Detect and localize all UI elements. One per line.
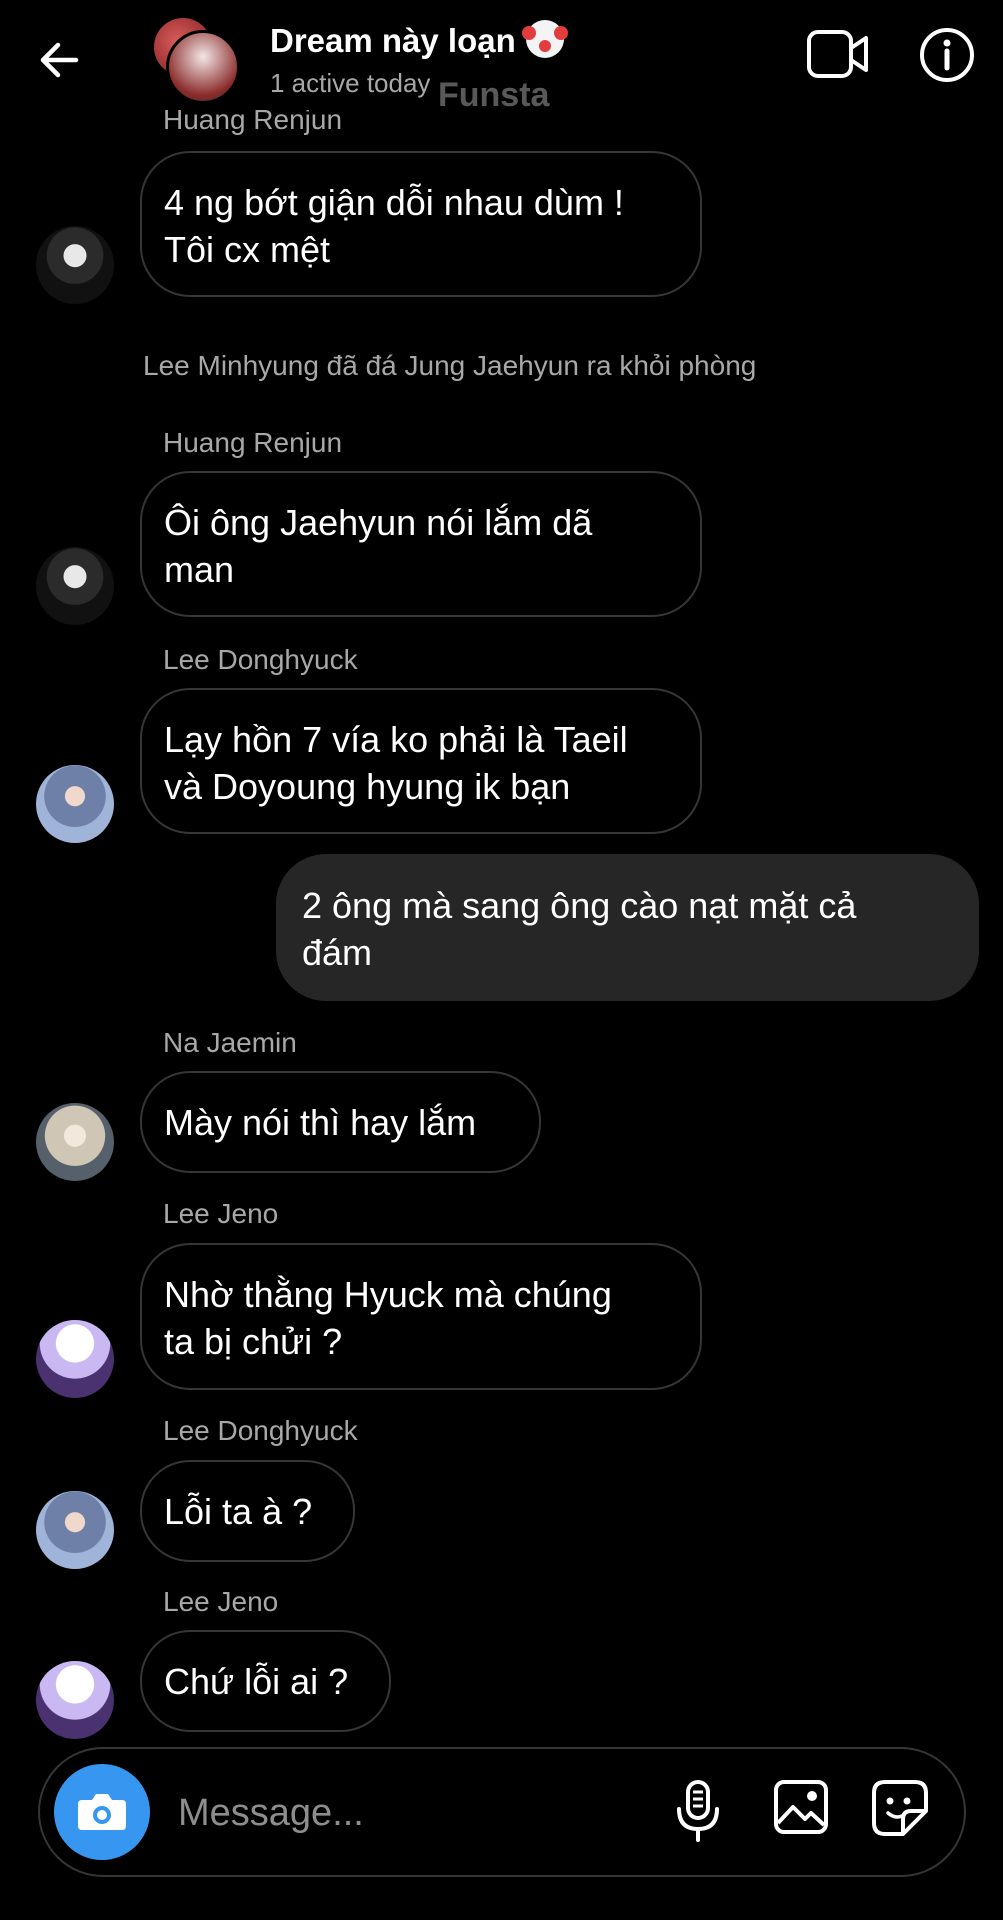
message-bubble[interactable]: Nhờ thằng Hyuck mà chúng ta bị chửi ? (140, 1243, 702, 1390)
sender-name: Lee Jeno (163, 1198, 279, 1229)
own-message-bubble[interactable]: 2 ông mà sang ông cào nạt mặt cả đám (276, 854, 979, 1001)
voice-message-button[interactable] (674, 1779, 722, 1843)
avatar[interactable] (36, 1661, 114, 1739)
message-text: 4 ng bớt giận dỗi nhau dùm ! (164, 182, 624, 223)
avatar[interactable] (36, 226, 114, 304)
message-bubble[interactable]: Lạy hồn 7 vía ko phải là Taeil và Doyoun… (140, 688, 702, 834)
video-call-icon (807, 30, 868, 78)
message-bubble[interactable]: Chứ lỗi ai ? (140, 1630, 391, 1732)
message-text: Chứ lỗi ai ? (164, 1661, 349, 1702)
message-text: Ôi ông Jaehyun nói lắm dã (164, 502, 593, 543)
system-event-text: Lee Minhyung đã đá Jung Jaehyun ra khỏi … (143, 350, 757, 381)
message-bubble[interactable]: 4 ng bớt giận dỗi nhau dùm ! Tôi cx mệt (140, 151, 702, 297)
group-avatar[interactable] (150, 16, 240, 104)
message-bubble[interactable]: Mày nói thì hay lắm (140, 1071, 541, 1173)
message-text: đám (302, 932, 373, 973)
sticker-button[interactable] (871, 1779, 929, 1837)
active-status: 1 active today (270, 68, 431, 98)
message-text: 2 ông mà sang ông cào nạt mặt cả (302, 885, 857, 926)
watermark: Funsta (438, 76, 550, 114)
video-call-button[interactable] (806, 26, 870, 82)
gallery-button[interactable] (773, 1779, 829, 1835)
avatar[interactable] (36, 1491, 114, 1569)
message-text: và Doyoung hyung ik bạn (164, 766, 571, 807)
info-button[interactable] (918, 26, 976, 84)
avatar[interactable] (36, 1103, 114, 1181)
avatar[interactable] (36, 1320, 114, 1398)
sender-name: Na Jaemin (163, 1027, 297, 1058)
sender-name: Lee Donghyuck (163, 644, 358, 675)
message-text: ta bị chửi ? (164, 1321, 343, 1362)
info-icon (920, 28, 974, 82)
message-text: Nhờ thằng Hyuck mà chúng (164, 1274, 612, 1315)
message-text: Lỗi ta à ? (164, 1491, 313, 1532)
back-button[interactable] (36, 32, 92, 88)
message-text: Lạy hồn 7 vía ko phải là Taeil (164, 719, 628, 760)
microphone-icon (677, 1780, 719, 1842)
message-text: man (164, 549, 235, 590)
message-text: Mày nói thì hay lắm (164, 1102, 477, 1143)
sender-name: Huang Renjun (163, 427, 343, 458)
message-bubble[interactable]: Lỗi ta à ? (140, 1460, 355, 1562)
message-thread[interactable]: Huang Renjun 4 ng bớt giận dỗi nhau dùm … (0, 0, 1003, 1745)
gallery-icon (774, 1780, 828, 1834)
clown-emoji-icon (521, 20, 568, 58)
chat-title[interactable]: Dream này loạn (270, 20, 568, 60)
message-bubble[interactable]: Ôi ông Jaehyun nói lắm dã man (140, 471, 702, 617)
sender-name: Lee Jeno (163, 1586, 279, 1617)
message-composer (38, 1747, 966, 1877)
chat-header: Dream này loạn 1 active today Funsta (0, 0, 1003, 114)
message-text: Tôi cx mệt (164, 229, 331, 270)
message-input[interactable] (176, 1779, 680, 1847)
sticker-icon (872, 1780, 928, 1836)
avatar[interactable] (36, 547, 114, 625)
camera-icon (78, 1794, 126, 1830)
sender-name: Lee Donghyuck (163, 1415, 358, 1446)
camera-button[interactable] (54, 1764, 150, 1860)
avatar[interactable] (36, 765, 114, 843)
group-avatar-front (166, 30, 240, 104)
chat-title-text: Dream này loạn (270, 22, 516, 59)
back-arrow-icon (40, 42, 79, 78)
